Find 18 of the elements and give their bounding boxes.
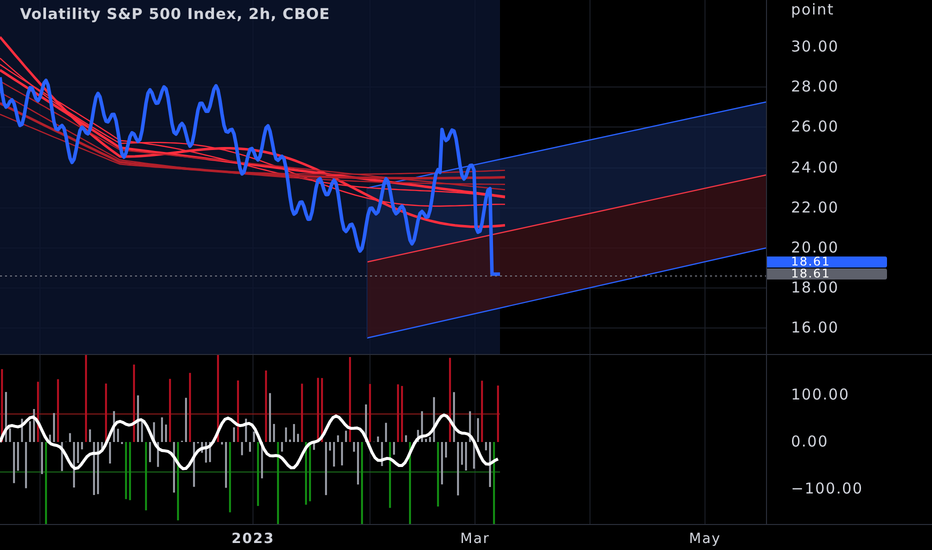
axis-tick-label: 22.00 [791,201,839,214]
axis-tick-label: 16.00 [791,322,839,335]
axis-tick-label: 20.00 [791,242,839,254]
axis-tick-label: 26.00 [791,121,839,134]
price-tag: 18.61 [767,268,887,280]
time-axis-label: May [689,530,721,549]
price-tag: 18.61 [767,256,887,268]
axis-tick-label: 28.00 [791,80,839,94]
axis-tick-label: 30.00 [791,40,839,54]
axis-tick-label: 24.00 [791,161,839,174]
chart-title: Volatility S&P 500 Index, 2h, CBOE [20,4,330,25]
time-axis-label: Mar [460,530,490,549]
axis-tick-label: 100.00 [791,388,850,402]
axis-tick-label: 0.00 [791,436,828,448]
axis-unit: point [791,4,834,16]
axis-tick-label: −100.00 [791,482,864,496]
axis-tick-label: 18.00 [791,282,839,295]
time-axis-label: 2023 [232,530,274,549]
